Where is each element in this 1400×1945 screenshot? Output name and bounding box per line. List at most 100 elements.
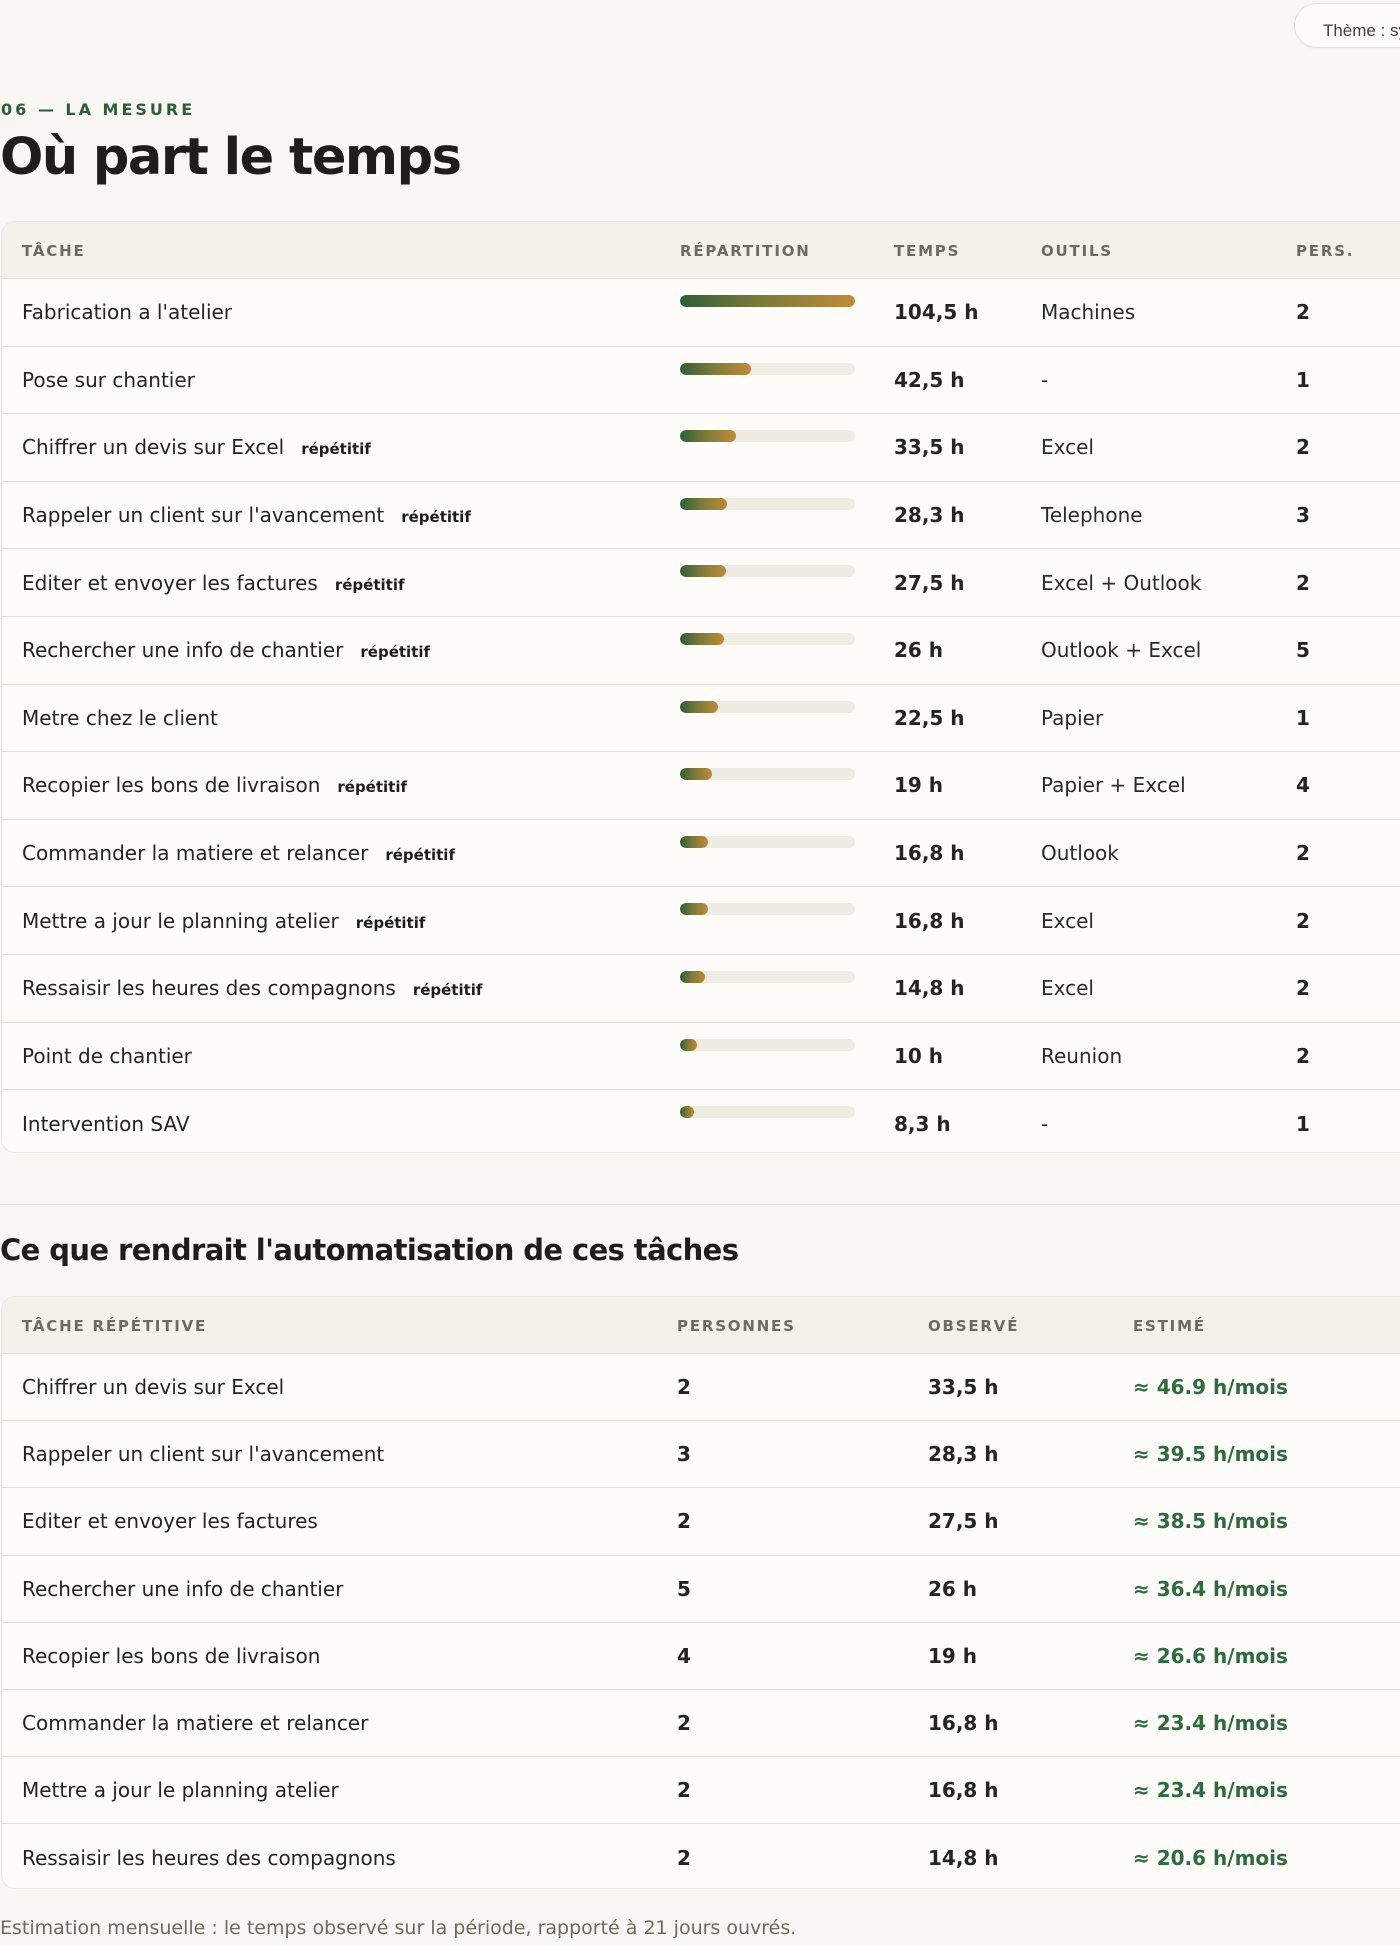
table-row: Mettre a jour le planning atelier répétit… xyxy=(2,887,1400,955)
task-cell: Rappeler un client sur l'avancement répét… xyxy=(22,503,471,527)
people-count: 2 xyxy=(1296,976,1310,1001)
task-name: Recopier les bons de livraison xyxy=(22,773,321,798)
table-row: Rechercher une info de chantier répétitif… xyxy=(2,617,1400,685)
section-divider xyxy=(0,1204,1400,1205)
tools-value: Telephone xyxy=(1041,503,1143,528)
tools-value: Outlook + Excel xyxy=(1041,638,1202,663)
distribution-bar xyxy=(680,768,855,781)
tools-value: Excel xyxy=(1041,908,1094,933)
estimated-value: ≈ 23.4 h/mois xyxy=(1133,1778,1288,1803)
table-row: Chiffrer un devis sur Excel 2 33,5 h ≈ 46.9… xyxy=(2,1354,1400,1422)
distribution-bar-fill xyxy=(680,430,737,443)
task-cell: Editer et envoyer les factures répétitif xyxy=(22,571,405,595)
column-header-people: PERSONNES xyxy=(677,1317,796,1335)
task-cell: Point de chantier xyxy=(22,1044,192,1068)
task-name: Ressaisir les heures des compagnons xyxy=(22,976,396,1001)
estimated-value: ≈ 36.4 h/mois xyxy=(1133,1576,1288,1601)
section-eyebrow: 06 — LA MESURE xyxy=(1,100,196,119)
task-cell: Commander la matiere et relancer répétiti… xyxy=(22,841,455,865)
observed-value: 28,3 h xyxy=(928,1442,999,1467)
people-count: 5 xyxy=(677,1576,691,1601)
table-row: Pose sur chantier 42,5 h - 1 xyxy=(2,347,1400,415)
table-row: Recopier les bons de livraison 4 19 h ≈ 26.… xyxy=(2,1623,1400,1690)
repetitive-tag: répétitif xyxy=(301,440,371,459)
distribution-bar-fill xyxy=(680,362,752,375)
distribution-bar xyxy=(680,497,855,510)
distribution-bar xyxy=(680,1038,855,1051)
distribution-bar-fill xyxy=(680,565,727,578)
task-cell: Fabrication a l'atelier xyxy=(22,300,232,324)
observed-value: 14,8 h xyxy=(928,1845,999,1870)
tools-value: Papier + Excel xyxy=(1041,773,1186,798)
observed-value: 16,8 h xyxy=(928,1711,999,1736)
distribution-bar-fill xyxy=(680,970,705,983)
table-row: Fabrication a l'atelier 104,5 h Machines 2 xyxy=(2,279,1400,347)
task-name: Rappeler un client sur l'avancement xyxy=(22,1442,385,1467)
distribution-bar-fill xyxy=(680,295,855,307)
estimated-value: ≈ 39.5 h/mois xyxy=(1133,1442,1288,1467)
automation-table: TÂCHE RÉPÉTITIVE PERSONNES OBSERVÉ ESTIM… xyxy=(1,1296,1400,1889)
people-count: 3 xyxy=(1296,503,1310,528)
task-cell: Chiffrer un devis sur Excel répétitif xyxy=(22,435,371,459)
tools-value: Excel + Outlook xyxy=(1041,570,1202,595)
table-header: TÂCHE RÉPÉTITIVE PERSONNES OBSERVÉ ESTIM… xyxy=(2,1297,1400,1354)
tools-value: Machines xyxy=(1041,300,1136,325)
distribution-bar-fill xyxy=(680,903,709,916)
distribution-bar xyxy=(680,903,855,916)
distribution-bar-fill xyxy=(680,497,728,510)
time-value: 42,5 h xyxy=(894,367,965,392)
table-row: Recopier les bons de livraison répétitif 1… xyxy=(2,752,1400,820)
estimated-value: ≈ 38.5 h/mois xyxy=(1133,1509,1288,1534)
people-count: 1 xyxy=(1296,705,1310,730)
distribution-bar xyxy=(680,565,855,578)
task-name: Rappeler un client sur l'avancement xyxy=(22,503,385,528)
repetitive-tag: répétitif xyxy=(360,643,431,662)
repetitive-tag: répétitif xyxy=(385,846,455,865)
time-value: 19 h xyxy=(894,773,944,798)
task-name: Editer et envoyer les factures xyxy=(22,570,318,595)
column-header-distribution: RÉPARTITION xyxy=(680,242,811,260)
table-row: Metre chez le client 22,5 h Papier 1 xyxy=(2,685,1400,753)
distribution-bar xyxy=(680,430,855,443)
task-cell: Ressaisir les heures des compagnons répét… xyxy=(22,976,482,1000)
table-row: Intervention SAV 8,3 h - 1 xyxy=(2,1090,1400,1152)
time-value: 22,5 h xyxy=(894,705,965,730)
people-count: 5 xyxy=(1296,638,1310,663)
people-count: 4 xyxy=(1296,773,1310,798)
time-value: 14,8 h xyxy=(894,976,965,1001)
estimated-value: ≈ 20.6 h/mois xyxy=(1133,1845,1288,1870)
table-body: Chiffrer un devis sur Excel 2 33,5 h ≈ 46.9… xyxy=(2,1354,1400,1888)
column-header-time: TEMPS xyxy=(894,242,961,260)
task-cell: Intervention SAV xyxy=(22,1112,190,1136)
table-row: Editer et envoyer les factures 2 27,5 h ≈ 3… xyxy=(2,1488,1400,1556)
footnote: Estimation mensuelle : le temps observé … xyxy=(0,1917,797,1939)
task-name: Commander la matiere et relancer xyxy=(22,841,369,866)
distribution-bar xyxy=(680,970,855,983)
distribution-bar-fill xyxy=(680,1038,697,1051)
column-header-repetitive-task: TÂCHE RÉPÉTITIVE xyxy=(22,1317,208,1335)
time-value: 26 h xyxy=(894,638,944,663)
task-name: Metre chez le client xyxy=(22,705,218,730)
time-distribution-table: TÂCHE RÉPARTITION TEMPS OUTILS PERS. Fab… xyxy=(1,221,1400,1153)
table-row: Chiffrer un devis sur Excel répétitif 33,5… xyxy=(2,414,1400,482)
task-name: Chiffrer un devis sur Excel xyxy=(22,435,285,460)
people-count: 2 xyxy=(1296,908,1310,933)
distribution-bar-fill xyxy=(680,768,712,781)
task-cell: Mettre a jour le planning atelier répétit… xyxy=(22,909,425,933)
column-header-task: TÂCHE xyxy=(22,242,86,260)
tools-value: Excel xyxy=(1041,435,1094,460)
distribution-bar-fill xyxy=(680,1106,694,1119)
estimated-value: ≈ 23.4 h/mois xyxy=(1133,1711,1288,1736)
task-name: Recopier les bons de livraison xyxy=(22,1643,321,1668)
table-header: TÂCHE RÉPARTITION TEMPS OUTILS PERS. xyxy=(2,222,1400,279)
people-count: 2 xyxy=(677,1509,691,1534)
distribution-bar xyxy=(680,362,855,375)
people-count: 1 xyxy=(1296,1111,1310,1136)
task-name: Ressaisir les heures des compagnons xyxy=(22,1845,396,1870)
repetitive-tag: répétitif xyxy=(337,778,408,797)
column-header-estimated: ESTIMÉ xyxy=(1133,1317,1206,1335)
theme-toggle-button[interactable]: Thème : sy xyxy=(1294,3,1400,48)
distribution-bar-fill xyxy=(680,700,718,713)
task-name: Chiffrer un devis sur Excel xyxy=(22,1375,285,1400)
task-name: Commander la matiere et relancer xyxy=(22,1711,369,1736)
